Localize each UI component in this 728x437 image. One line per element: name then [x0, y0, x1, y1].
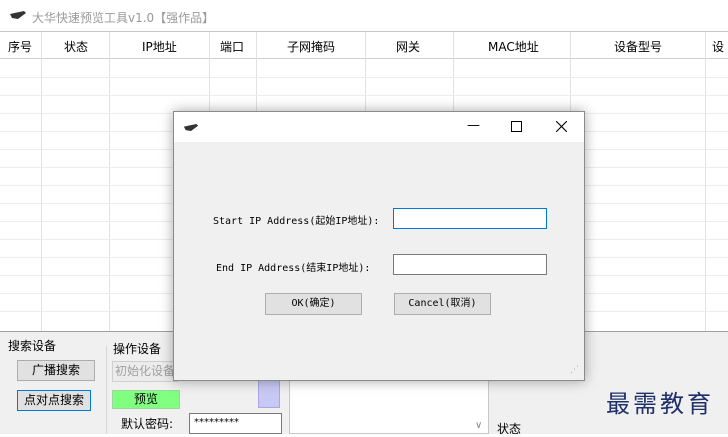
bird-logo-icon [10, 11, 26, 19]
chevron-down-icon[interactable]: ∨ [475, 420, 482, 431]
column-header-subnet[interactable]: 子网掩码 [287, 38, 335, 55]
row-line [0, 77, 728, 78]
operate-group-title: 操作设备 [113, 342, 162, 356]
group-divider [106, 346, 107, 434]
column-header-status[interactable]: 状态 [64, 38, 88, 55]
ip-range-dialog: — Start IP Address(起始IP地址): End IP Addre… [173, 111, 585, 381]
maximize-icon[interactable] [511, 121, 522, 132]
column-header-gateway[interactable]: 网关 [396, 38, 420, 55]
default-password-label: 默认密码: [121, 417, 174, 431]
watermark: 最需教育 [606, 390, 714, 418]
default-password-field[interactable]: ********* [189, 413, 282, 434]
minimize-icon[interactable]: — [467, 118, 480, 133]
end-ip-input[interactable] [393, 254, 547, 275]
p2p-search-button[interactable]: 点对点搜索 [17, 390, 91, 411]
preview-button[interactable]: 预览 [112, 390, 180, 409]
cancel-button[interactable]: Cancel(取消) [394, 293, 491, 315]
search-group-title: 搜索设备 [8, 339, 57, 353]
column-header-index[interactable]: 序号 [8, 38, 32, 55]
column-header-port[interactable]: 端口 [220, 38, 244, 55]
column-header-model[interactable]: 设备型号 [614, 38, 662, 55]
dialog-title-bar: — [174, 112, 584, 142]
column-header-ip[interactable]: IP地址 [142, 38, 177, 55]
main-title-bar: 大华快速预览工具v1.0【强作品】 [0, 0, 728, 30]
bird-logo-icon [183, 123, 199, 132]
start-ip-label: Start IP Address(起始IP地址): [213, 216, 380, 227]
status-label: 状态 [497, 422, 522, 436]
column-header-more[interactable]: 设 [712, 38, 724, 55]
end-ip-label: End IP Address(结束IP地址): [216, 263, 371, 274]
ok-button[interactable]: OK(确定) [265, 293, 362, 315]
init-device-button[interactable]: 初始化设备 [112, 361, 178, 382]
start-ip-input[interactable] [393, 208, 547, 229]
broadcast-search-button[interactable]: 广播搜索 [17, 360, 95, 381]
app-title: 大华快速预览工具v1.0【强作品】 [32, 11, 215, 25]
resize-grip-icon[interactable]: ⋰ [570, 365, 579, 375]
close-icon[interactable] [556, 121, 567, 132]
column-header-mac[interactable]: MAC地址 [488, 38, 539, 55]
row-line [0, 95, 728, 96]
